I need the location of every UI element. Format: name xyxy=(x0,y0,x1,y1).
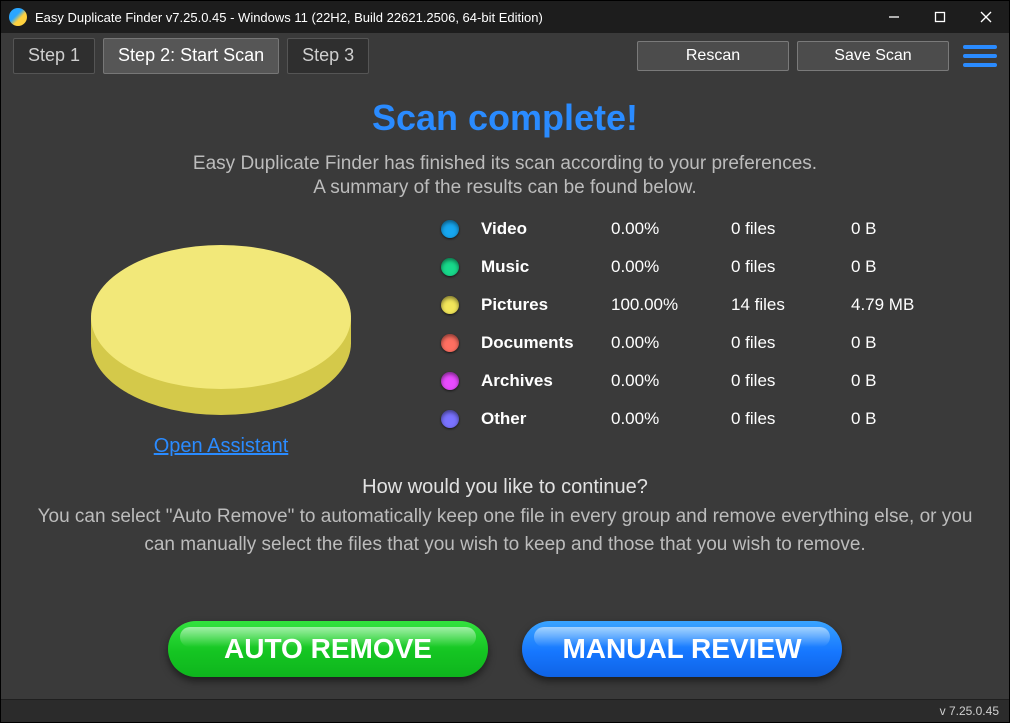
footer: v 7.25.0.45 xyxy=(1,699,1009,722)
category-swatch-documents xyxy=(441,334,459,352)
window-maximize-button[interactable] xyxy=(917,1,963,33)
category-swatch-archives xyxy=(441,372,459,390)
app-icon xyxy=(9,8,27,26)
app-window: Easy Duplicate Finder v7.25.0.45 - Windo… xyxy=(0,0,1010,723)
category-files: 0 files xyxy=(731,333,851,353)
category-size: 0 B xyxy=(851,257,951,277)
window-close-button[interactable] xyxy=(963,1,1009,33)
rescan-button[interactable]: Rescan xyxy=(637,41,789,71)
close-icon xyxy=(980,11,992,23)
category-percent: 100.00% xyxy=(611,295,731,315)
category-percent: 0.00% xyxy=(611,257,731,277)
menu-button[interactable] xyxy=(963,41,997,71)
toolbar: Step 1 Step 2: Start Scan Step 3 Rescan … xyxy=(1,33,1009,75)
category-files: 0 files xyxy=(731,409,851,429)
footer-version: v 7.25.0.45 xyxy=(940,704,999,718)
save-scan-button[interactable]: Save Scan xyxy=(797,41,949,71)
window-title: Easy Duplicate Finder v7.25.0.45 - Windo… xyxy=(35,10,543,25)
category-label: Documents xyxy=(481,333,611,353)
category-size: 0 B xyxy=(851,219,951,239)
content-area: Scan complete! Easy Duplicate Finder has… xyxy=(1,75,1009,699)
category-label: Video xyxy=(481,219,611,239)
category-swatch-video xyxy=(441,220,459,238)
subtitle-line-2: A summary of the results can be found be… xyxy=(313,177,696,199)
category-label: Other xyxy=(481,409,611,429)
hamburger-icon xyxy=(963,45,997,49)
category-table: Video 0.00% 0 files 0 B Music 0.00% 0 fi… xyxy=(441,213,1009,458)
category-files: 0 files xyxy=(731,219,851,239)
category-size: 0 B xyxy=(851,371,951,391)
window-minimize-button[interactable] xyxy=(871,1,917,33)
manual-review-button[interactable]: MANUAL REVIEW xyxy=(522,621,842,677)
action-buttons-row: AUTO REMOVE MANUAL REVIEW xyxy=(1,621,1009,677)
category-size: 0 B xyxy=(851,409,951,429)
tab-step-2[interactable]: Step 2: Start Scan xyxy=(103,38,279,74)
table-row: Documents 0.00% 0 files 0 B xyxy=(441,333,969,353)
category-label: Music xyxy=(481,257,611,277)
continue-question: How would you like to continue? xyxy=(362,476,648,499)
table-row: Music 0.00% 0 files 0 B xyxy=(441,257,969,277)
category-size: 4.79 MB xyxy=(851,295,951,315)
auto-remove-button[interactable]: AUTO REMOVE xyxy=(168,621,488,677)
category-size: 0 B xyxy=(851,333,951,353)
category-percent: 0.00% xyxy=(611,371,731,391)
pie-chart xyxy=(66,213,376,433)
table-row: Archives 0.00% 0 files 0 B xyxy=(441,371,969,391)
category-percent: 0.00% xyxy=(611,333,731,353)
continue-description: You can select "Auto Remove" to automati… xyxy=(37,503,973,558)
category-percent: 0.00% xyxy=(611,409,731,429)
open-assistant-link[interactable]: Open Assistant xyxy=(154,435,289,458)
category-files: 0 files xyxy=(731,371,851,391)
scan-complete-heading: Scan complete! xyxy=(372,97,638,139)
minimize-icon xyxy=(888,11,900,23)
category-percent: 0.00% xyxy=(611,219,731,239)
subtitle-line-1: Easy Duplicate Finder has finished its s… xyxy=(193,153,817,175)
titlebar: Easy Duplicate Finder v7.25.0.45 - Windo… xyxy=(1,1,1009,33)
category-swatch-pictures xyxy=(441,296,459,314)
category-files: 0 files xyxy=(731,257,851,277)
results-row: Open Assistant Video 0.00% 0 files 0 B M… xyxy=(1,213,1009,458)
category-label: Pictures xyxy=(481,295,611,315)
pie-chart-panel: Open Assistant xyxy=(1,213,441,458)
table-row: Video 0.00% 0 files 0 B xyxy=(441,219,969,239)
tab-step-1[interactable]: Step 1 xyxy=(13,38,95,74)
tab-step-3[interactable]: Step 3 xyxy=(287,38,369,74)
table-row: Other 0.00% 0 files 0 B xyxy=(441,409,969,429)
maximize-icon xyxy=(934,11,946,23)
category-files: 14 files xyxy=(731,295,851,315)
category-swatch-music xyxy=(441,258,459,276)
category-label: Archives xyxy=(481,371,611,391)
category-swatch-other xyxy=(441,410,459,428)
table-row: Pictures 100.00% 14 files 4.79 MB xyxy=(441,295,969,315)
